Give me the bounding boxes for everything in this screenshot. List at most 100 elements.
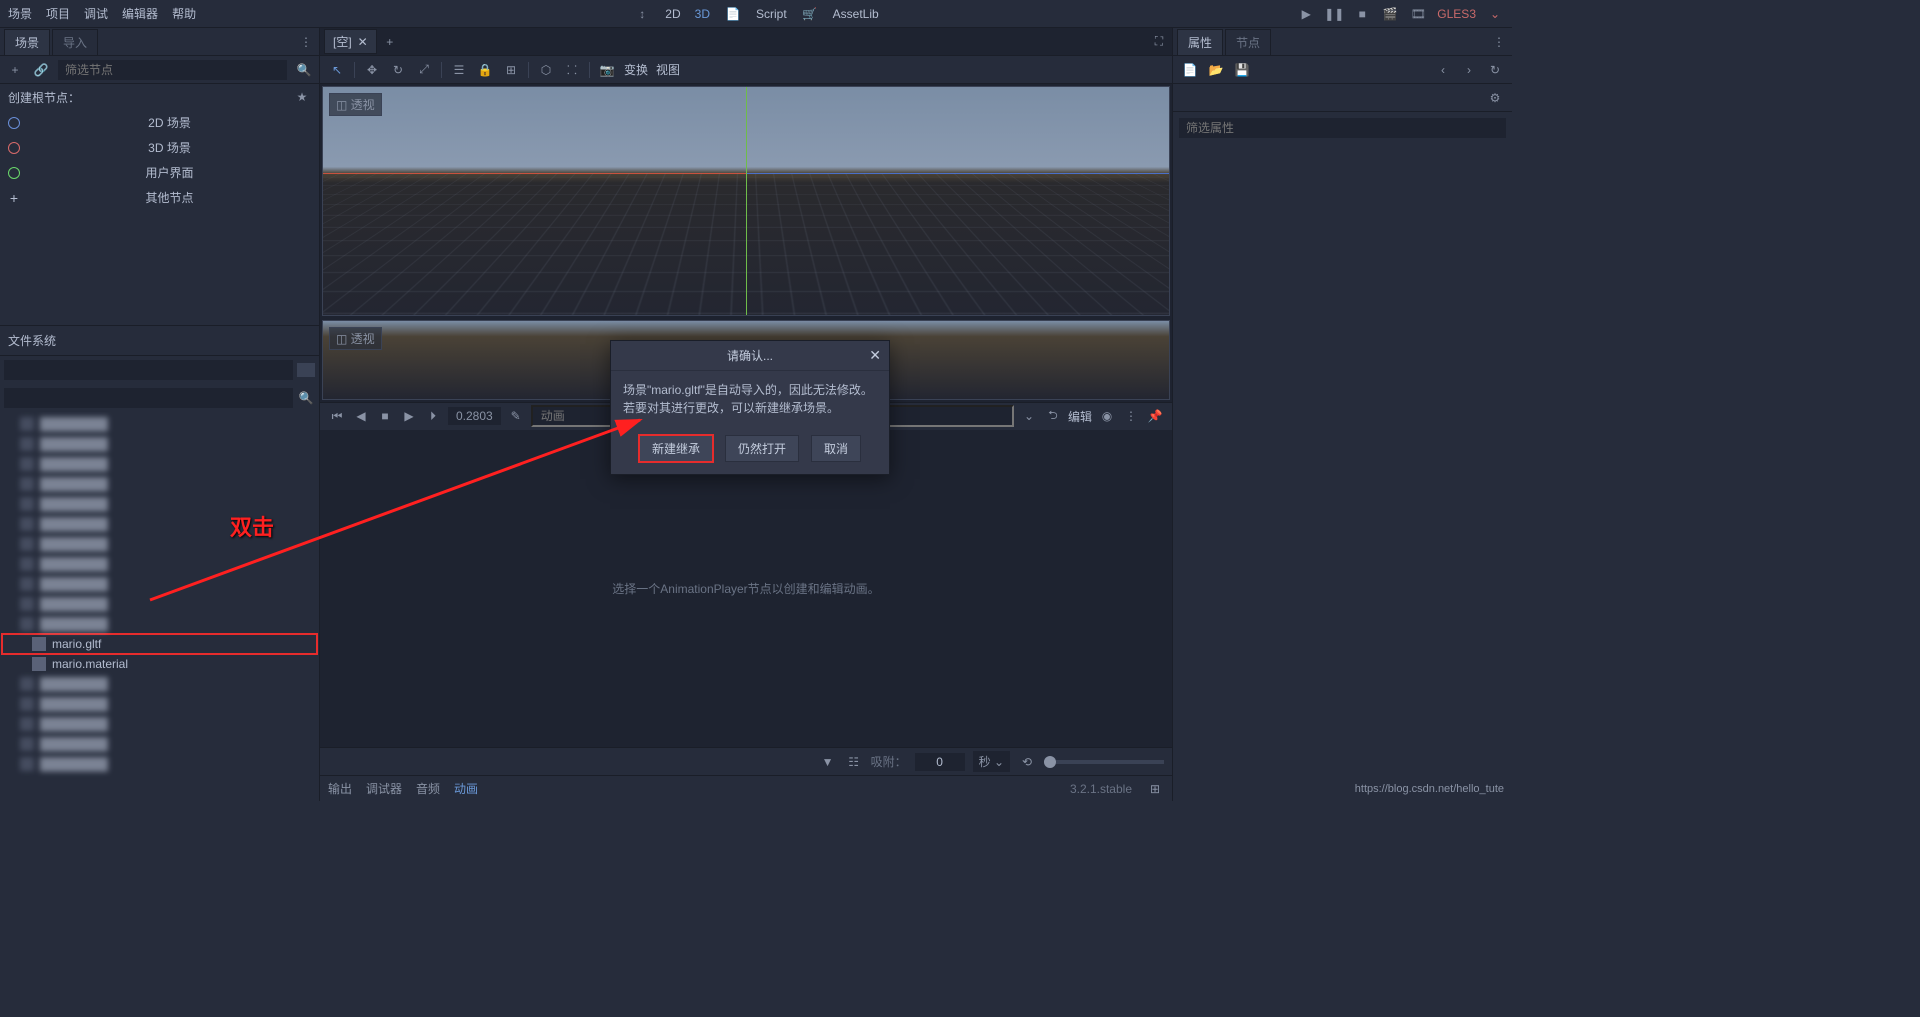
anim-next-icon[interactable]: ▶: [400, 407, 418, 425]
add-scene-icon[interactable]: +: [381, 33, 399, 51]
menu-scene[interactable]: 场景: [8, 5, 32, 22]
add-node-icon[interactable]: +: [6, 61, 24, 79]
fs-item[interactable]: ████████: [2, 514, 317, 534]
tab-animation[interactable]: 动画: [454, 780, 478, 797]
renderer-select[interactable]: GLES3: [1437, 7, 1476, 21]
fs-item[interactable]: ████████: [2, 714, 317, 734]
list-tool-icon[interactable]: ☰: [450, 61, 468, 79]
snap-toggle-icon[interactable]: ☷: [845, 753, 863, 771]
group-icon[interactable]: ⊞: [502, 61, 520, 79]
object-menu-icon[interactable]: ⚙: [1486, 89, 1504, 107]
tab-scene[interactable]: 场景: [4, 29, 50, 55]
stop-icon[interactable]: ■: [1353, 5, 1371, 23]
viewport-main[interactable]: ◫ 透视: [322, 86, 1170, 316]
anim-stop-icon[interactable]: ■: [376, 407, 394, 425]
scale-tool-icon[interactable]: ⤢: [415, 61, 433, 79]
rotate-tool-icon[interactable]: ↻: [389, 61, 407, 79]
fs-path-input[interactable]: [4, 360, 293, 380]
play-custom-icon[interactable]: 🎞: [1409, 5, 1427, 23]
history-back-icon[interactable]: ‹: [1434, 61, 1452, 79]
workspace-assetlib[interactable]: AssetLib: [833, 7, 879, 21]
anim-more-icon[interactable]: ⋮: [1122, 407, 1140, 425]
history-icon[interactable]: ↻: [1486, 61, 1504, 79]
anim-first-icon[interactable]: ⏮: [328, 407, 346, 425]
workspace-3d[interactable]: 3D: [695, 7, 710, 21]
anim-prev-icon[interactable]: ◀: [352, 407, 370, 425]
cancel-button[interactable]: 取消: [811, 435, 861, 462]
fs-item[interactable]: mario.material: [2, 654, 317, 674]
fs-item[interactable]: ████████: [2, 494, 317, 514]
anim-time-edit-icon[interactable]: ✎: [507, 407, 525, 425]
list-view-icon[interactable]: [297, 363, 315, 377]
fs-item[interactable]: mario.gltf: [2, 634, 317, 654]
link-icon[interactable]: 🔗: [32, 61, 50, 79]
fs-item[interactable]: ████████: [2, 594, 317, 614]
move-tool-icon[interactable]: ✥: [363, 61, 381, 79]
fs-item[interactable]: ████████: [2, 614, 317, 634]
resource-load-icon[interactable]: 📂: [1207, 61, 1225, 79]
view-menu[interactable]: 视图: [656, 61, 680, 78]
history-fwd-icon[interactable]: ›: [1460, 61, 1478, 79]
menu-project[interactable]: 项目: [46, 5, 70, 22]
menu-editor[interactable]: 编辑器: [122, 5, 158, 22]
fs-item[interactable]: ████████: [2, 754, 317, 774]
resource-save-icon[interactable]: 💾: [1233, 61, 1251, 79]
distraction-free-icon[interactable]: ⛶: [1150, 33, 1168, 51]
anim-edit-menu[interactable]: 编辑: [1068, 408, 1092, 425]
favorite-icon[interactable]: ★: [293, 88, 311, 106]
tab-audio[interactable]: 音频: [416, 780, 440, 797]
filter-properties-input[interactable]: [1179, 118, 1506, 138]
viewport2-badge[interactable]: ◫ 透视: [329, 327, 382, 350]
filter-icon[interactable]: ▼: [819, 753, 837, 771]
search-icon[interactable]: 🔍: [295, 61, 313, 79]
root-option-other[interactable]: + 其他节点: [0, 185, 319, 210]
dialog-titlebar[interactable]: 请确认... ✕: [611, 341, 889, 371]
new-inherited-button[interactable]: 新建继承: [639, 435, 713, 462]
transform-menu[interactable]: 变换: [624, 61, 648, 78]
dock-menu-icon[interactable]: ⋮: [297, 33, 315, 51]
scene-tab-empty[interactable]: [空] ✕: [324, 29, 377, 54]
zoom-slider[interactable]: [1044, 760, 1164, 764]
root-option-3d[interactable]: 3D 场景: [0, 135, 319, 160]
tab-node[interactable]: 节点: [1225, 29, 1271, 55]
play-scene-icon[interactable]: 🎬: [1381, 5, 1399, 23]
dock-menu-icon[interactable]: ⋮: [1490, 33, 1508, 51]
snap-icon[interactable]: ⸬: [563, 61, 581, 79]
lock-icon[interactable]: 🔒: [476, 61, 494, 79]
anim-play-icon[interactable]: ⏵: [424, 407, 442, 425]
menu-help[interactable]: 帮助: [172, 5, 196, 22]
fs-item[interactable]: ████████: [2, 454, 317, 474]
fs-item[interactable]: ████████: [2, 574, 317, 594]
fs-item[interactable]: ████████: [2, 474, 317, 494]
fs-item[interactable]: ████████: [2, 534, 317, 554]
anim-pin-icon[interactable]: 📌: [1146, 407, 1164, 425]
search-icon[interactable]: 🔍: [297, 389, 315, 407]
filter-nodes-input[interactable]: [58, 60, 287, 80]
root-option-2d[interactable]: 2D 场景: [0, 110, 319, 135]
viewport-badge[interactable]: ◫ 透视: [329, 93, 382, 116]
close-icon[interactable]: ✕: [869, 347, 881, 364]
resource-new-icon[interactable]: 📄: [1181, 61, 1199, 79]
fs-item[interactable]: ████████: [2, 554, 317, 574]
play-icon[interactable]: ▶: [1297, 5, 1315, 23]
zoom-reset-icon[interactable]: ⟲: [1018, 753, 1036, 771]
root-option-ui[interactable]: 用户界面: [0, 160, 319, 185]
workspace-2d[interactable]: 2D: [665, 7, 680, 21]
local-space-icon[interactable]: ⬡: [537, 61, 555, 79]
snap-unit-select[interactable]: 秒 ⌄: [973, 751, 1010, 772]
anim-onion-icon[interactable]: ◉: [1098, 407, 1116, 425]
fs-item[interactable]: ████████: [2, 734, 317, 754]
chevron-down-icon[interactable]: ⌄: [1486, 5, 1504, 23]
camera-icon[interactable]: 📷: [598, 61, 616, 79]
fs-item[interactable]: ████████: [2, 674, 317, 694]
open-anyway-button[interactable]: 仍然打开: [725, 435, 799, 462]
fs-item[interactable]: ████████: [2, 434, 317, 454]
anim-time-display[interactable]: 0.2803: [448, 407, 501, 425]
zoom-handle[interactable]: [1044, 756, 1056, 768]
workspace-script[interactable]: Script: [756, 7, 787, 21]
pause-icon[interactable]: ❚❚: [1325, 5, 1343, 23]
close-icon[interactable]: ✕: [358, 35, 368, 49]
select-tool-icon[interactable]: ↖: [328, 61, 346, 79]
fs-item[interactable]: ████████: [2, 694, 317, 714]
fs-view-toggle[interactable]: [297, 363, 315, 377]
